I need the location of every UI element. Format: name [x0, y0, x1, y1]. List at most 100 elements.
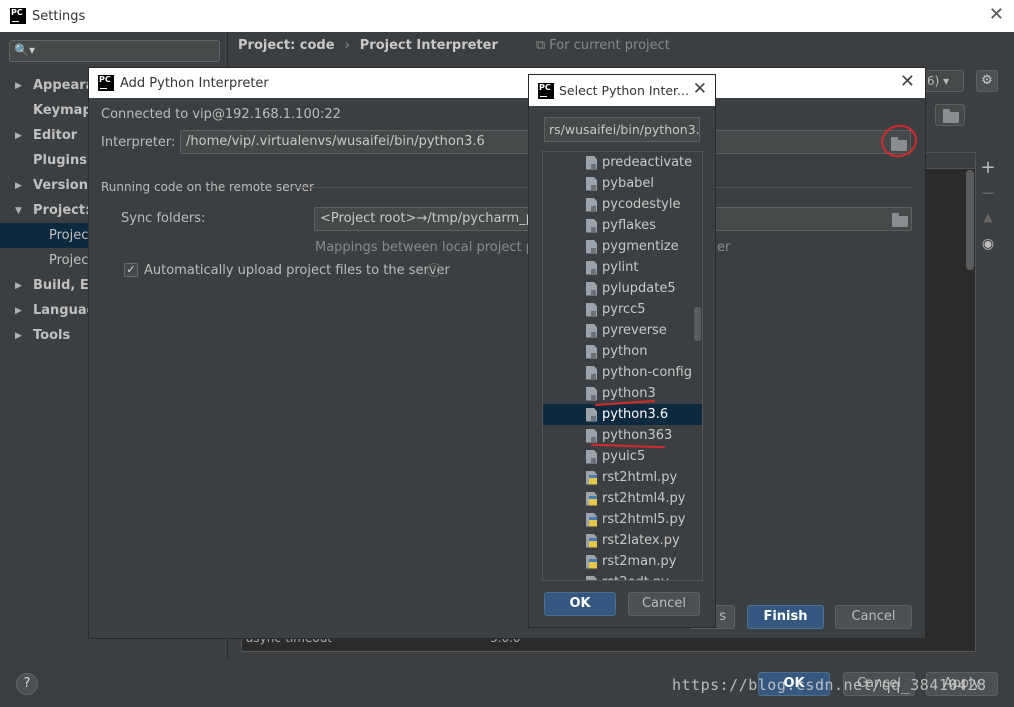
file-name: pyuic5 — [602, 449, 646, 464]
select-cancel-button[interactable]: Cancel — [628, 592, 700, 616]
file-name: python-config — [602, 365, 692, 380]
list-item[interactable]: pylupdate5 — [543, 278, 702, 299]
help-button[interactable]: ? — [16, 673, 38, 695]
executable-file-icon — [586, 365, 597, 380]
sidebar-item-label: Project — [49, 253, 94, 268]
list-item[interactable]: rst2html4.py — [543, 488, 702, 509]
search-icon: 🔍▾ — [14, 43, 35, 57]
list-item[interactable]: pyflakes — [543, 215, 702, 236]
list-item[interactable]: rst2odt.py — [543, 572, 702, 580]
sidebar-item-label: Editor — [33, 128, 78, 143]
sync-folders-text: <Project root>→/tmp/pycharm_proj — [320, 211, 551, 226]
list-item[interactable]: python363 — [543, 425, 702, 446]
file-name: python3.6 — [602, 407, 669, 422]
dialog-cancel-button[interactable]: Cancel — [835, 605, 912, 629]
eye-icon[interactable]: ◉ — [978, 236, 998, 252]
gear-icon[interactable]: ⚙ — [976, 70, 998, 92]
list-item[interactable]: rst2man.py — [543, 551, 702, 572]
file-name: rst2html4.py — [602, 491, 686, 506]
list-item[interactable]: python-config — [543, 362, 702, 383]
dialog-titlebar: PC Add Python Interpreter ✕ — [89, 68, 925, 98]
list-item[interactable]: rst2html.py — [543, 467, 702, 488]
auto-upload-checkbox[interactable]: ✓ — [124, 263, 138, 277]
path-text: rs/wusaifei/bin/python3.6 — [549, 122, 700, 137]
file-name: rst2man.py — [602, 554, 677, 569]
list-item[interactable]: rst2latex.py — [543, 530, 702, 551]
add-package-icon[interactable]: + — [978, 157, 998, 178]
file-name: rst2latex.py — [602, 533, 680, 548]
file-name: python — [602, 344, 648, 359]
chevron-right-icon[interactable]: ▶ — [15, 81, 29, 91]
chevron-right-icon[interactable]: ▶ — [15, 181, 29, 191]
list-item[interactable]: pyuic5 — [543, 446, 702, 467]
interpreter-path-text: /home/vip/.virtualenvs/wusaifei/bin/pyth… — [186, 134, 485, 149]
help-icon[interactable]: ? — [427, 263, 441, 277]
pycharm-logo-icon: PC — [98, 75, 114, 91]
settings-titlebar: PC Settings ✕ — [0, 0, 1014, 32]
finish-button[interactable]: Finish — [747, 605, 824, 629]
pycharm-logo-icon: PC — [538, 82, 554, 99]
table-scrollbar[interactable] — [966, 170, 974, 270]
file-name: pyflakes — [602, 218, 656, 233]
file-name: pygmentize — [602, 239, 679, 254]
executable-file-icon — [586, 302, 597, 317]
list-item[interactable]: python — [543, 341, 702, 362]
auto-upload-label: Automatically upload project files to th… — [144, 263, 450, 278]
browse-folder-button[interactable] — [935, 104, 965, 126]
scope-text: For current project — [549, 38, 670, 53]
chevron-right-icon[interactable]: ▶ — [15, 331, 29, 341]
file-name: python363 — [602, 428, 673, 443]
list-item[interactable]: pyrcc5 — [543, 299, 702, 320]
browse-sync-icon[interactable] — [892, 213, 908, 227]
sidebar-item-label: Plugins — [33, 153, 87, 168]
interpreter-combo[interactable]: 6) ▾ — [920, 70, 964, 92]
remove-package-icon[interactable]: − — [978, 183, 998, 204]
select-dialog-titlebar: PC Select Python Inter... ✕ — [529, 75, 715, 106]
file-list[interactable]: rst2odt.py rst2man.py rst2latex.py rst2html… — [542, 151, 703, 581]
close-icon[interactable]: ✕ — [693, 81, 707, 98]
executable-file-icon — [586, 155, 597, 170]
list-item[interactable]: predeactivate — [543, 152, 702, 173]
executable-file-icon — [586, 344, 597, 359]
file-name: python3 — [602, 386, 656, 401]
file-name: pyrcc5 — [602, 302, 646, 317]
python-file-icon — [586, 533, 597, 548]
list-item[interactable]: python3 — [543, 383, 702, 404]
sync-folders-label: Sync folders: — [121, 211, 206, 226]
list-item[interactable]: pycodestyle — [543, 194, 702, 215]
file-list-scrollbar[interactable] — [694, 307, 701, 341]
chevron-down-icon[interactable]: ▼ — [15, 206, 29, 216]
breadcrumb: Project: code › Project Interpreter ⧉ Fo… — [238, 38, 670, 53]
executable-file-icon — [586, 260, 597, 275]
list-item[interactable]: pylint — [543, 257, 702, 278]
close-icon[interactable]: ✕ — [900, 73, 915, 91]
sidebar-item-label: Keymap — [33, 103, 92, 118]
executable-file-icon — [586, 428, 597, 443]
list-item[interactable]: rst2html5.py — [543, 509, 702, 530]
select-dialog-title: Select Python Inter... — [559, 83, 689, 98]
executable-file-icon — [586, 239, 597, 254]
executable-file-icon — [586, 449, 597, 464]
breadcrumb-project[interactable]: Project: code — [238, 38, 335, 53]
mappings-hint-tail: er — [717, 240, 731, 255]
file-name: rst2odt.py — [602, 575, 669, 580]
interpreter-label: Interpreter: — [101, 135, 176, 150]
executable-file-icon — [586, 281, 597, 296]
file-name: pylint — [602, 260, 639, 275]
list-item[interactable]: pygmentize — [543, 236, 702, 257]
list-item[interactable]: python3.6 — [543, 404, 702, 425]
chevron-right-icon[interactable]: ▶ — [15, 306, 29, 316]
executable-file-icon — [586, 386, 597, 401]
path-input[interactable]: rs/wusaifei/bin/python3.6 — [544, 117, 700, 142]
list-item[interactable]: pybabel — [543, 173, 702, 194]
file-name: predeactivate — [602, 155, 693, 170]
select-ok-button[interactable]: OK — [544, 592, 616, 616]
close-icon[interactable]: ✕ — [989, 6, 1004, 24]
upgrade-package-icon[interactable]: ▲ — [978, 210, 998, 224]
file-name: pycodestyle — [602, 197, 681, 212]
settings-search-input[interactable]: 🔍▾ — [9, 40, 220, 62]
select-python-interpreter-dialog: PC Select Python Inter... ✕ rs/wusaifei/… — [528, 74, 716, 628]
list-item[interactable]: pyreverse — [543, 320, 702, 341]
chevron-right-icon[interactable]: ▶ — [15, 131, 29, 141]
chevron-right-icon[interactable]: ▶ — [15, 281, 29, 291]
